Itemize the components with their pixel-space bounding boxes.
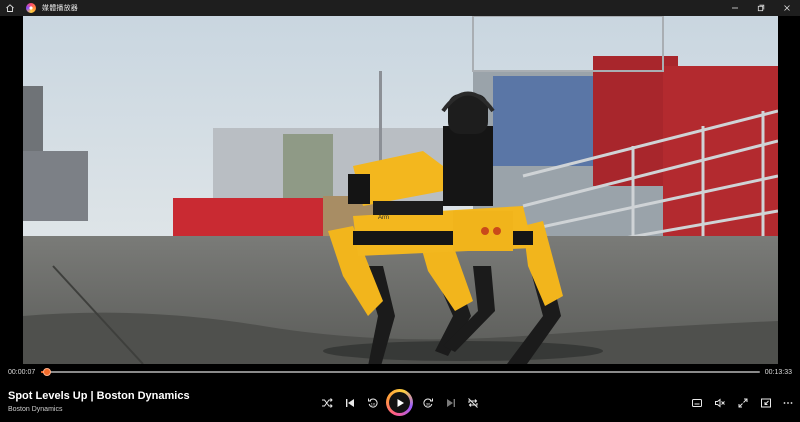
media-title: Spot Levels Up | Boston Dynamics bbox=[8, 390, 190, 402]
fullscreen-icon bbox=[738, 398, 748, 408]
rewind-10-icon: 10 bbox=[368, 398, 378, 408]
fullscreen-button[interactable] bbox=[735, 395, 751, 411]
svg-text:10: 10 bbox=[371, 401, 376, 406]
more-button[interactable] bbox=[780, 395, 796, 411]
minimize-button[interactable] bbox=[722, 0, 748, 16]
total-time: 00:13:33 bbox=[764, 369, 792, 376]
shuffle-button[interactable] bbox=[319, 395, 335, 411]
restore-button[interactable] bbox=[748, 0, 774, 16]
volume-button[interactable] bbox=[712, 395, 728, 411]
rewind-button[interactable]: 10 bbox=[365, 395, 381, 411]
video-frame[interactable]: Arm bbox=[23, 16, 778, 364]
home-button[interactable] bbox=[0, 0, 20, 16]
media-artist: Boston Dynamics bbox=[8, 406, 63, 413]
captions-button[interactable] bbox=[689, 395, 705, 411]
forward-button[interactable]: 30 bbox=[420, 395, 436, 411]
svg-text:30: 30 bbox=[426, 401, 431, 406]
close-button[interactable] bbox=[774, 0, 800, 16]
forward-30-icon: 30 bbox=[423, 398, 433, 408]
captions-icon bbox=[692, 399, 702, 407]
more-icon bbox=[783, 402, 793, 404]
shuffle-icon bbox=[322, 398, 333, 408]
home-icon bbox=[6, 4, 14, 12]
volume-mute-icon bbox=[715, 398, 725, 408]
miniplayer-button[interactable] bbox=[758, 395, 774, 411]
video-scene bbox=[23, 16, 778, 364]
player-controls: 00:00:07 00:13:33 Spot Levels Up | Bosto… bbox=[0, 364, 800, 422]
previous-button[interactable] bbox=[342, 395, 358, 411]
robot-label: Arm bbox=[378, 215, 389, 221]
play-button[interactable] bbox=[386, 389, 413, 416]
play-icon bbox=[397, 398, 404, 407]
next-icon bbox=[447, 399, 455, 407]
repeat-button[interactable] bbox=[465, 395, 481, 411]
current-time: 00:00:07 bbox=[8, 369, 36, 376]
title-bar: 媒體播放器 bbox=[0, 0, 800, 16]
miniplayer-icon bbox=[761, 398, 771, 408]
previous-icon bbox=[346, 399, 354, 407]
media-player-app-icon bbox=[26, 3, 36, 13]
next-button[interactable] bbox=[443, 395, 459, 411]
window-title: 媒體播放器 bbox=[42, 5, 78, 12]
seek-bar[interactable] bbox=[41, 368, 760, 376]
minimize-icon bbox=[732, 7, 738, 9]
restore-icon bbox=[757, 4, 765, 12]
seek-thumb[interactable] bbox=[43, 368, 52, 376]
repeat-off-icon bbox=[468, 398, 478, 408]
close-icon bbox=[784, 5, 790, 11]
